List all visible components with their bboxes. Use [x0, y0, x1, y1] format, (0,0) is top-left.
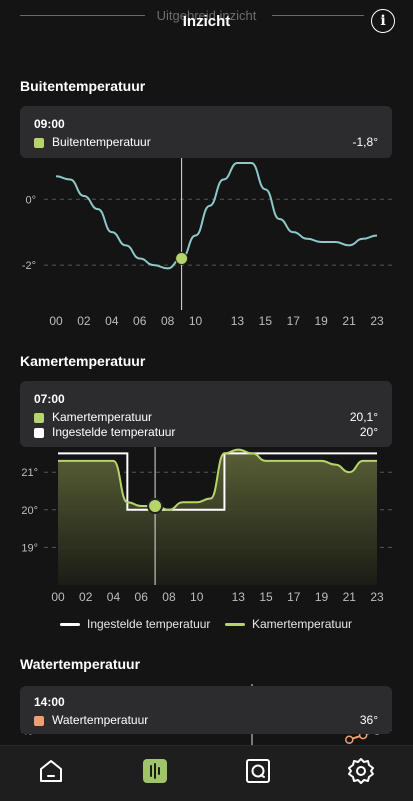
- y-tick-label: 21°: [21, 467, 38, 479]
- bottom-nav: [0, 745, 413, 801]
- x-tick-label: 08: [162, 590, 176, 604]
- x-tick-label: 04: [105, 314, 119, 328]
- y-tick-label: 19°: [21, 542, 38, 554]
- tooltip-time: 07:00: [34, 392, 65, 406]
- tooltip-row: Buitentemperatuur -1,8°: [34, 135, 378, 151]
- x-tick-label: 04: [107, 590, 121, 604]
- x-tick-label: 00: [51, 590, 65, 604]
- tooltip-row: Ingestelde temperatuur 20°: [34, 425, 378, 441]
- room-x-axis: 00 02 04 06 08 10 13 15 17 19 21 23: [51, 590, 384, 604]
- tooltip-row: Watertemperatuur 36°: [34, 713, 378, 729]
- tooltip-label: Buitentemperatuur: [52, 135, 151, 149]
- outdoor-cursor-point: [175, 252, 189, 265]
- legend-swatch-room: [225, 623, 245, 626]
- outdoor-series-line: [55, 162, 378, 270]
- x-tick-label: 23: [370, 590, 384, 604]
- x-tick-label: 13: [232, 590, 246, 604]
- x-tick-label: 10: [190, 590, 204, 604]
- tooltip-time: 14:00: [34, 695, 65, 709]
- x-tick-label: 06: [135, 590, 149, 604]
- tooltip-row: Kamertemperatuur 20,1°: [34, 410, 378, 426]
- x-tick-label: 06: [133, 314, 147, 328]
- legend-swatch-setpoint: [60, 623, 80, 626]
- water-tooltip: 14:00 Watertemperatuur 36°: [20, 686, 392, 734]
- x-tick-label: 17: [287, 590, 301, 604]
- x-tick-label: 02: [79, 590, 93, 604]
- tooltip-value: 36°: [359, 713, 378, 727]
- series-swatch: [34, 138, 44, 148]
- x-tick-label: 10: [189, 314, 203, 328]
- x-tick-label: 13: [231, 314, 245, 328]
- x-tick-label: 21: [342, 314, 356, 328]
- water-section-title: Watertemperatuur: [20, 656, 141, 672]
- x-tick-label: 19: [314, 314, 328, 328]
- outdoor-tooltip: 09:00 Buitentemperatuur -1,8°: [20, 106, 392, 158]
- x-tick-label: 17: [287, 314, 301, 328]
- settings-icon[interactable]: [346, 756, 376, 786]
- room-section-title: Kamertemperatuur: [20, 353, 146, 369]
- tooltip-value: 20,1°: [349, 410, 378, 424]
- outdoor-section-title: Buitentemperatuur: [20, 78, 146, 94]
- room-tooltip: 07:00 Kamertemperatuur 20,1° Ingestelde …: [20, 381, 392, 447]
- outdoor-x-axis: 00 02 04 06 08 10 13 15 17 19 21 23: [49, 314, 384, 328]
- series-swatch: [34, 413, 44, 423]
- room-legend: Ingestelde temperatuur Kamertemperatuur: [60, 617, 390, 633]
- x-tick-label: 02: [77, 314, 91, 328]
- series-swatch: [34, 428, 44, 438]
- tooltip-value: 20°: [359, 425, 378, 439]
- tooltip-value: -1,8°: [352, 135, 378, 149]
- tooltip-label: Kamertemperatuur: [52, 410, 153, 424]
- x-tick-label: 08: [161, 314, 175, 328]
- legend-label[interactable]: Kamertemperatuur: [252, 617, 352, 631]
- tooltip-label: Ingestelde temperatuur: [52, 425, 176, 439]
- y-tick-label: 20°: [21, 505, 38, 517]
- insights-icon[interactable]: [140, 756, 170, 786]
- tooltip-time: 09:00: [34, 117, 65, 131]
- page-title: Inzicht: [182, 13, 231, 30]
- y-tick-label: -2°: [22, 260, 36, 272]
- top-bar: Uitgebreid inzicht Inzicht i: [0, 0, 413, 48]
- x-tick-label: 00: [49, 314, 63, 328]
- x-tick-label: 15: [259, 314, 273, 328]
- x-tick-label: 23: [370, 314, 384, 328]
- x-tick-label: 19: [315, 590, 329, 604]
- y-tick-label: 0°: [25, 194, 36, 206]
- tooltip-label: Watertemperatuur: [52, 713, 149, 727]
- device-icon[interactable]: [243, 756, 273, 786]
- legend-label[interactable]: Ingestelde temperatuur: [87, 617, 210, 631]
- x-tick-label: 21: [343, 590, 357, 604]
- room-cursor-point: [147, 498, 164, 515]
- data-point: [345, 735, 354, 744]
- x-tick-label: 15: [259, 590, 273, 604]
- info-icon[interactable]: i: [371, 9, 395, 33]
- home-icon[interactable]: [36, 756, 66, 786]
- outdoor-y-axis: 0° -2°: [22, 194, 36, 272]
- series-swatch: [34, 716, 44, 726]
